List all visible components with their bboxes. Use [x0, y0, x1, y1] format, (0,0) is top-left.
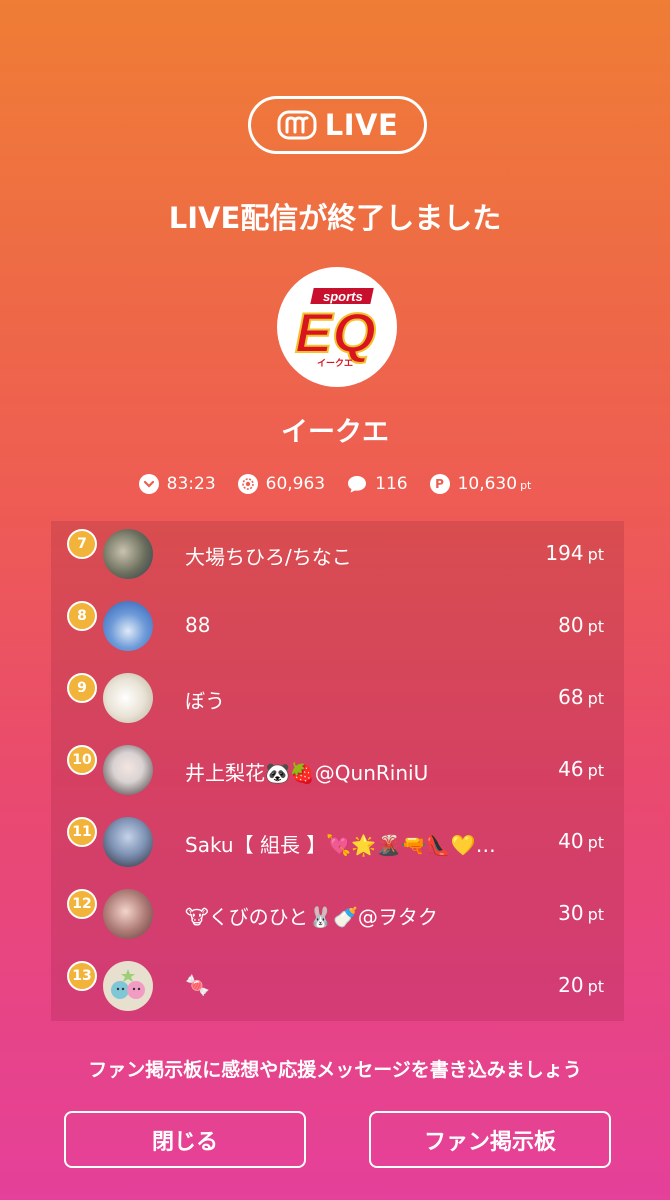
stats-bar: 83:23 60,963 116 P 10,630 pt: [0, 470, 670, 498]
stat-comments: 116: [347, 474, 408, 494]
avatar[interactable]: [103, 529, 153, 579]
comment-icon: [347, 474, 367, 494]
user-name: 🐮くびのひと🐰🍼@ヲタク: [185, 905, 438, 929]
user-points: 68 pt: [558, 685, 604, 709]
avatar[interactable]: [103, 961, 153, 1011]
rank-badge: 13: [67, 961, 97, 991]
page-title: LIVE配信が終了しました: [168, 201, 502, 235]
user-points: 30 pt: [558, 901, 604, 925]
close-button[interactable]: 閉じる: [64, 1111, 306, 1168]
stat-points: P 10,630 pt: [429, 474, 532, 494]
rank-badge: 7: [67, 529, 97, 559]
stat-duration: 83:23: [138, 474, 216, 494]
user-name: 井上梨花🐼🍓@QunRiniU: [185, 761, 429, 785]
user-points: 80 pt: [558, 613, 604, 637]
fan-board-prompt: ファン掲示板に感想や応援メッセージを書き込みましょう: [88, 1059, 582, 1081]
avatar[interactable]: [103, 817, 153, 867]
avatar[interactable]: [103, 889, 153, 939]
avatar[interactable]: [103, 673, 153, 723]
stat-viewers: 60,963: [237, 474, 326, 494]
avatar[interactable]: [103, 601, 153, 651]
user-name: 大場ちひろ/ちなこ: [185, 545, 352, 569]
ranking-row[interactable]: 11 Saku【 組長 】💘🌟🌋🔫👠💛… 40 pt: [51, 809, 624, 881]
user-points: 20 pt: [558, 973, 604, 997]
streamer-name: イークエ: [281, 417, 389, 448]
svg-text:イークエ: イークエ: [317, 358, 353, 369]
viewers-icon: [237, 474, 258, 494]
user-name: Saku【 組長 】💘🌟🌋🔫👠💛…: [185, 833, 496, 857]
live-badge: LIVE: [248, 96, 427, 154]
points-icon: P: [429, 474, 450, 494]
points-value: 10,630 pt: [457, 474, 532, 494]
rank-badge: 11: [67, 817, 97, 847]
ranking-row[interactable]: 10 井上梨花🐼🍓@QunRiniU 46 pt: [51, 737, 624, 809]
rank-badge: 8: [67, 601, 97, 631]
viewers-value: 60,963: [265, 474, 326, 494]
duration-value: 83:23: [166, 474, 216, 494]
rank-badge: 9: [67, 673, 97, 703]
ranking-list[interactable]: 7 大場ちひろ/ちなこ 194 pt 8 88 80 pt 9 ぼう 68 pt 10…: [51, 521, 624, 1021]
user-name: 88: [185, 613, 211, 637]
m-logo-icon: [277, 110, 317, 140]
svg-text:EQ: EQ: [295, 301, 376, 364]
avatar[interactable]: [103, 745, 153, 795]
user-points: 40 pt: [558, 829, 604, 853]
user-name: 🍬: [185, 973, 210, 997]
live-label: LIVE: [324, 108, 399, 142]
comments-value: 116: [375, 474, 408, 494]
streamer-avatar[interactable]: sports EQ イークエ: [277, 267, 397, 387]
ranking-row[interactable]: 7 大場ちひろ/ちなこ 194 pt: [51, 521, 624, 593]
ranking-row[interactable]: 9 ぼう 68 pt: [51, 665, 624, 737]
user-points: 46 pt: [558, 757, 604, 781]
ranking-row[interactable]: 13 🍬 20 pt: [51, 953, 624, 1025]
user-points: 194 pt: [545, 541, 604, 565]
ranking-row[interactable]: 8 88 80 pt: [51, 593, 624, 665]
rank-badge: 10: [67, 745, 97, 775]
rank-badge: 12: [67, 889, 97, 919]
eq-logo-icon: sports EQ イークエ: [294, 288, 377, 369]
ranking-row[interactable]: 12 🐮くびのひと🐰🍼@ヲタク 30 pt: [51, 881, 624, 953]
fan-board-button[interactable]: ファン掲示板: [369, 1111, 611, 1168]
clock-icon: [138, 474, 159, 494]
user-name: ぼう: [185, 689, 225, 713]
